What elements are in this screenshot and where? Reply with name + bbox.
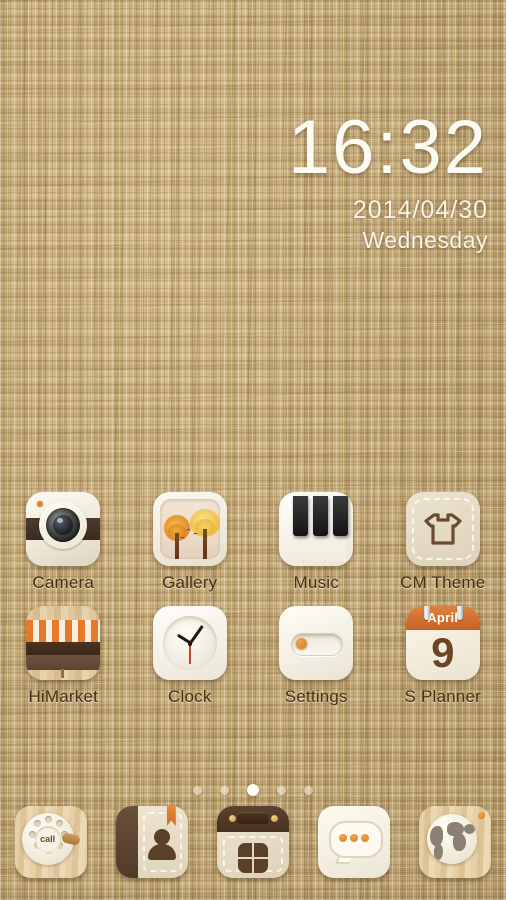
himarket-icon[interactable] xyxy=(26,606,101,680)
page-dot[interactable] xyxy=(277,785,286,795)
bird-icon xyxy=(179,537,185,541)
piano-black-key xyxy=(293,496,309,536)
calendar-ring xyxy=(423,606,430,620)
brass-stud xyxy=(228,815,236,822)
app-label: Camera xyxy=(32,573,95,592)
dock-item-app-drawer[interactable] xyxy=(202,806,303,878)
grid-pane xyxy=(253,859,268,873)
grid-pane xyxy=(237,859,252,873)
clock-center-pin xyxy=(188,641,193,646)
clock-icon[interactable] xyxy=(152,606,227,680)
contacts-book-icon[interactable] xyxy=(115,806,188,878)
app-label: HiMarket xyxy=(28,687,99,706)
speech-bubble-icon[interactable] xyxy=(318,806,391,878)
browser-badge-dot xyxy=(478,812,486,819)
brass-stud xyxy=(270,815,278,822)
app-music[interactable]: Music xyxy=(253,492,380,593)
book-spine xyxy=(115,806,138,878)
app-himarket[interactable]: HiMarket xyxy=(0,606,127,707)
app-label: Music xyxy=(293,573,339,592)
page-dot[interactable] xyxy=(193,785,202,795)
piano-black-key xyxy=(333,496,349,536)
app-row: HiMarket Clock Settings April 9 S Planne… xyxy=(0,606,506,707)
shop-front-band xyxy=(26,642,101,655)
calendar-month: April xyxy=(427,610,459,625)
grid-pane xyxy=(237,843,252,857)
app-drawer-icon[interactable] xyxy=(216,806,289,878)
globe-sphere xyxy=(427,814,478,864)
app-s-planner[interactable]: April 9 S Planner xyxy=(380,606,506,707)
gallery-scene xyxy=(159,499,220,559)
grid-pane xyxy=(253,843,268,857)
dock-item-messages[interactable] xyxy=(304,806,405,878)
app-clock[interactable]: Clock xyxy=(127,606,254,707)
bird-icon xyxy=(192,533,198,537)
app-camera[interactable]: Camera xyxy=(0,492,127,593)
phone-dial-icon[interactable]: call xyxy=(14,806,87,878)
page-dot[interactable] xyxy=(304,785,313,795)
calendar-ring xyxy=(456,606,463,620)
app-label: Gallery xyxy=(162,573,218,592)
dock-item-contacts[interactable] xyxy=(101,806,202,878)
person-body xyxy=(147,844,176,860)
bird-icon xyxy=(185,529,191,533)
piano-black-key xyxy=(313,496,329,536)
dock: call xyxy=(0,806,506,878)
clock-weekday: Wednesday xyxy=(362,227,488,254)
tree-left xyxy=(163,515,190,559)
app-settings[interactable]: Settings xyxy=(253,606,380,707)
awning xyxy=(26,620,101,642)
shop-post xyxy=(61,669,65,678)
calendar-day: 9 xyxy=(431,629,455,676)
dock-item-phone[interactable]: call xyxy=(0,806,101,878)
globe-icon[interactable] xyxy=(419,806,492,878)
page-dot-active[interactable] xyxy=(247,784,259,796)
stitch-border xyxy=(222,836,283,872)
tshirt-icon xyxy=(423,512,463,546)
dock-item-browser[interactable] xyxy=(405,806,506,878)
settings-icon[interactable] xyxy=(279,606,354,680)
gallery-icon[interactable] xyxy=(152,492,227,566)
shop-front-band2 xyxy=(26,655,101,670)
cm-theme-icon[interactable] xyxy=(405,492,480,566)
clock-date: 2014/04/30 xyxy=(352,196,488,225)
music-icon[interactable] xyxy=(279,492,354,566)
case-handle xyxy=(236,812,269,824)
app-label: Settings xyxy=(284,687,348,706)
app-label: CM Theme xyxy=(400,573,486,592)
page-indicator xyxy=(0,784,506,796)
page-dot[interactable] xyxy=(220,785,229,795)
person-head xyxy=(153,829,170,845)
app-label: Clock xyxy=(167,687,212,706)
camera-shutter-dot-icon xyxy=(37,501,44,507)
app-grid: Camera Gallery Music CM Theme HiMarket C… xyxy=(0,492,506,707)
second-hand xyxy=(189,643,191,664)
app-gallery[interactable]: Gallery xyxy=(127,492,254,593)
dial-center-label: call xyxy=(34,826,61,852)
s-planner-icon[interactable]: April 9 xyxy=(405,606,480,680)
clock-time: 16:32 xyxy=(287,105,488,190)
app-cm-theme[interactable]: CM Theme xyxy=(380,492,506,593)
clock-widget[interactable]: 16:32 2014/04/30 Wednesday xyxy=(287,105,488,254)
app-row: Camera Gallery Music CM Theme xyxy=(0,492,506,593)
camera-icon[interactable] xyxy=(26,492,101,566)
app-label: S Planner xyxy=(404,687,481,706)
